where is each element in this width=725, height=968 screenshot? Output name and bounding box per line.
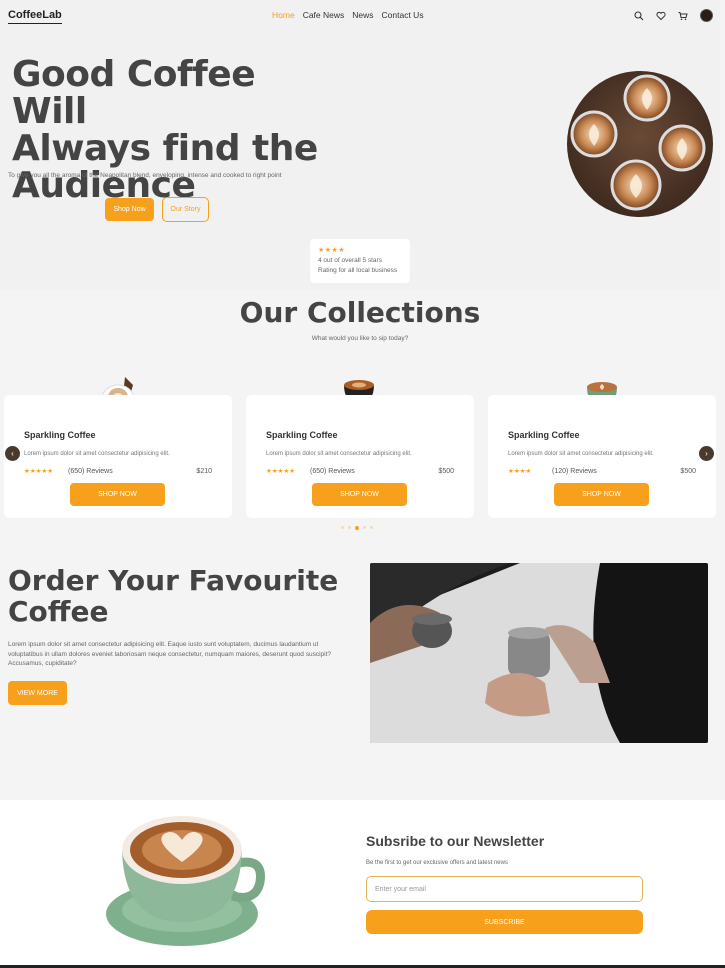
card-reviews: (120) Reviews bbox=[552, 468, 597, 475]
newsletter-subtitle: Be the first to get our exclusive offers… bbox=[366, 860, 508, 866]
card-price: $500 bbox=[680, 468, 696, 475]
carousel-dot[interactable] bbox=[363, 526, 366, 529]
our-story-button[interactable]: Our Story bbox=[162, 197, 209, 222]
coffee-table-image bbox=[567, 71, 713, 217]
heart-icon[interactable] bbox=[656, 11, 666, 21]
shop-now-button[interactable]: SHOP NOW bbox=[312, 483, 407, 506]
order-title-line1: Order Your Favourite bbox=[8, 564, 339, 597]
rating-line2: Rating for all local business bbox=[318, 267, 398, 274]
card-reviews: (650) Reviews bbox=[68, 468, 113, 475]
order-title-line2: Coffee bbox=[8, 595, 109, 628]
cart-icon[interactable] bbox=[678, 11, 688, 21]
carousel-dot[interactable] bbox=[341, 526, 344, 529]
hero-subtitle: To give you all the aroma of the Neapoli… bbox=[8, 172, 282, 179]
carousel-dot[interactable] bbox=[355, 525, 359, 530]
hero-title-line1: Good Coffee Will bbox=[12, 54, 256, 132]
nav-news[interactable]: News bbox=[352, 10, 373, 20]
card-stars: ★★★★★ bbox=[266, 468, 296, 475]
card-price: $500 bbox=[438, 468, 454, 475]
main-nav: Home Cafe News News Contact Us bbox=[272, 10, 424, 20]
carousel-next-button[interactable]: › bbox=[699, 446, 714, 461]
order-desc: Lorem ipsum dolor sit amet consectetur a… bbox=[8, 641, 332, 667]
rating-line1: 4 out of overall 5 stars bbox=[318, 257, 382, 264]
card-name: Sparkling Coffee bbox=[24, 430, 96, 440]
search-icon[interactable] bbox=[634, 10, 644, 21]
shop-now-button[interactable]: SHOP NOW bbox=[554, 483, 649, 506]
card-name: Sparkling Coffee bbox=[508, 430, 580, 440]
rating-stars: ★★★★ bbox=[318, 247, 346, 254]
collections-title: Our Collections bbox=[239, 296, 481, 329]
card-stars: ★★★★ bbox=[508, 468, 532, 475]
hero-title: Good Coffee Will Always find the Audienc… bbox=[12, 56, 332, 204]
hero-title-line2: Always find the bbox=[12, 128, 318, 169]
avatar[interactable] bbox=[700, 9, 713, 22]
card-name: Sparkling Coffee bbox=[266, 430, 338, 440]
collections-subtitle: What would you like to sip today? bbox=[311, 335, 409, 342]
shop-now-button[interactable]: SHOP NOW bbox=[70, 483, 165, 506]
email-field[interactable]: Enter your email bbox=[366, 876, 643, 902]
nav-contact[interactable]: Contact Us bbox=[382, 10, 424, 20]
card-desc: Lorem ipsum dolor sit amet consectetur a… bbox=[508, 451, 654, 457]
card-price: $210 bbox=[196, 468, 212, 475]
subscribe-button[interactable]: SUBSCRIBE bbox=[366, 910, 643, 934]
card-reviews: (650) Reviews bbox=[310, 468, 355, 475]
carousel-dots bbox=[341, 525, 373, 530]
header-icons bbox=[634, 9, 713, 22]
carousel-dot[interactable] bbox=[348, 526, 351, 529]
shop-now-button[interactable]: Shop Now bbox=[105, 198, 154, 221]
order-title: Order Your Favourite Coffee bbox=[8, 565, 348, 627]
latte-cup-image bbox=[106, 816, 265, 946]
rating-card: ★★★★ 4 out of overall 5 stars Rating for… bbox=[310, 239, 410, 283]
brand-logo[interactable]: CoffeeLab bbox=[8, 9, 62, 24]
product-card: Sparkling Coffee Lorem ipsum dolor sit a… bbox=[246, 395, 474, 518]
nav-cafe-news[interactable]: Cafe News bbox=[303, 10, 345, 20]
carousel-dot[interactable] bbox=[370, 526, 373, 529]
card-desc: Lorem ipsum dolor sit amet consectetur a… bbox=[24, 451, 170, 457]
product-card: Sparkling Coffee Lorem ipsum dolor sit a… bbox=[4, 395, 232, 518]
card-desc: Lorem ipsum dolor sit amet consectetur a… bbox=[266, 451, 412, 457]
newsletter-title: Subsribe to our Newsletter bbox=[366, 833, 545, 849]
coffee-meeting-image bbox=[370, 563, 708, 743]
carousel-prev-button[interactable]: ‹ bbox=[5, 446, 20, 461]
card-stars: ★★★★★ bbox=[24, 468, 54, 475]
nav-home[interactable]: Home bbox=[272, 10, 295, 20]
product-card: Sparkling Coffee Lorem ipsum dolor sit a… bbox=[488, 395, 716, 518]
view-more-button[interactable]: VIEW MORE bbox=[8, 681, 67, 705]
